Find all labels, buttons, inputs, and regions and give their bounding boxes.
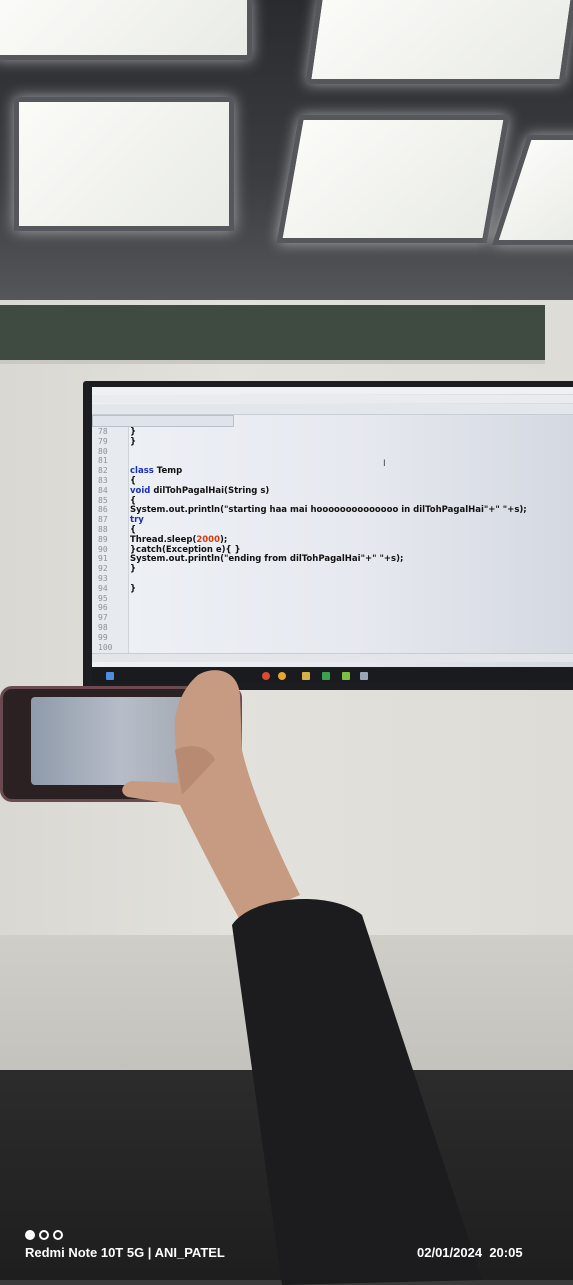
line-number: 89	[98, 534, 108, 544]
line-number: 96	[98, 603, 108, 613]
line-number: 93	[98, 574, 108, 583]
monitor: 78 79 80 81 82 83 84 85 86 87 88 89 90 91 92 93 94 95 96 97…	[83, 381, 573, 690]
dot	[25, 1230, 35, 1240]
wall-trim	[0, 305, 545, 364]
line-number: 86	[98, 505, 108, 515]
device-watermark: Redmi Note 10T 5G | ANI_PATEL	[25, 1245, 225, 1260]
code-text: }catch(Exception e){ }	[130, 544, 241, 555]
editor-menubar[interactable]	[92, 395, 573, 403]
line-number: 92	[98, 564, 108, 574]
code-text: }	[130, 436, 137, 447]
editor-icon[interactable]	[322, 672, 330, 680]
code-text: System.out.println("ending from dilTohPa…	[130, 554, 404, 565]
line-number: 81	[98, 456, 108, 466]
ceiling	[0, 0, 573, 300]
editor-titlebar	[92, 387, 573, 394]
monitor-screen: 78 79 80 81 82 83 84 85 86 87 88 89 90 91 92 93 94 95 96 97…	[92, 387, 573, 667]
line-number: 91	[98, 554, 108, 564]
line-number: 82	[98, 466, 108, 476]
code-text: Temp	[153, 466, 183, 477]
windows-start-icon[interactable]	[106, 672, 114, 680]
line-number: 99	[98, 632, 108, 642]
line-number: 87	[98, 515, 108, 525]
code-line: {	[130, 525, 136, 535]
ceiling-light	[276, 115, 510, 243]
keyword: try	[130, 515, 144, 526]
number-literal: 2000	[196, 534, 220, 545]
time-text: 20:05	[489, 1245, 523, 1260]
code-line: {	[130, 496, 136, 506]
editor-icon[interactable]	[342, 672, 350, 680]
camera-dots-icon	[25, 1225, 67, 1244]
code-line: try	[130, 515, 144, 525]
code-line: }	[130, 427, 136, 437]
line-number-gutter: 78 79 80 81 82 83 84 85 86 87 88 89 90 91 92 93 94 95 96 97…	[92, 427, 129, 653]
line-number: 94	[98, 583, 108, 593]
line-number: 78	[98, 427, 108, 436]
code-text: {	[130, 525, 137, 535]
code-text: dilTohPagalHai(String s)	[150, 485, 270, 496]
dot	[53, 1230, 63, 1240]
line-number: 100	[98, 642, 113, 652]
code-text: {	[130, 495, 137, 506]
code-text: );	[220, 534, 228, 545]
code-line: }	[130, 584, 136, 594]
dot	[39, 1230, 49, 1240]
timestamp-watermark: 02/01/2024 20:05	[417, 1245, 523, 1260]
code-line: }catch(Exception e){ }	[130, 545, 241, 555]
code-line: {	[130, 476, 136, 486]
line-number: 84	[98, 485, 108, 495]
line-number: 83	[98, 476, 108, 485]
ceiling-light	[0, 0, 252, 60]
date-text: 02/01/2024	[417, 1245, 483, 1260]
line-number: 88	[98, 525, 108, 534]
code-text: }	[130, 564, 137, 575]
code-line: void dilTohPagalHai(String s)	[130, 486, 269, 496]
code-line: }	[130, 564, 136, 574]
ceiling-light	[492, 135, 573, 245]
cursor-icon: I	[383, 459, 386, 469]
code-line: System.out.println("starting haa mai hoo…	[130, 505, 527, 515]
code-line: class Temp	[130, 466, 182, 476]
editor-icon[interactable]	[360, 672, 368, 680]
editor-tab[interactable]	[92, 415, 234, 427]
hand	[122, 670, 301, 920]
editor-statusbar	[92, 653, 573, 662]
line-number: 90	[98, 544, 108, 554]
line-number: 80	[98, 446, 108, 456]
code-text: }	[130, 583, 137, 594]
code-text: System.out.println("starting haa mai hoo…	[130, 505, 527, 516]
sleeve	[232, 898, 482, 1285]
line-number: 85	[98, 495, 108, 505]
code-text: {	[130, 476, 137, 486]
keyword: void	[130, 485, 151, 496]
ceiling-light	[14, 97, 234, 231]
code-line: Thread.sleep(2000);	[130, 535, 227, 545]
keyword: class	[130, 466, 154, 477]
line-number: 79	[98, 436, 108, 446]
code-text: }	[130, 427, 137, 437]
code-line: }	[130, 437, 136, 447]
ceiling-light	[305, 0, 573, 84]
line-number: 97	[98, 613, 108, 623]
code-text: Thread.sleep(	[130, 534, 197, 545]
editor-toolbar[interactable]	[92, 404, 573, 415]
line-number: 98	[98, 623, 108, 632]
code-line: System.out.println("ending from dilTohPa…	[130, 554, 403, 564]
line-number: 95	[98, 593, 108, 603]
